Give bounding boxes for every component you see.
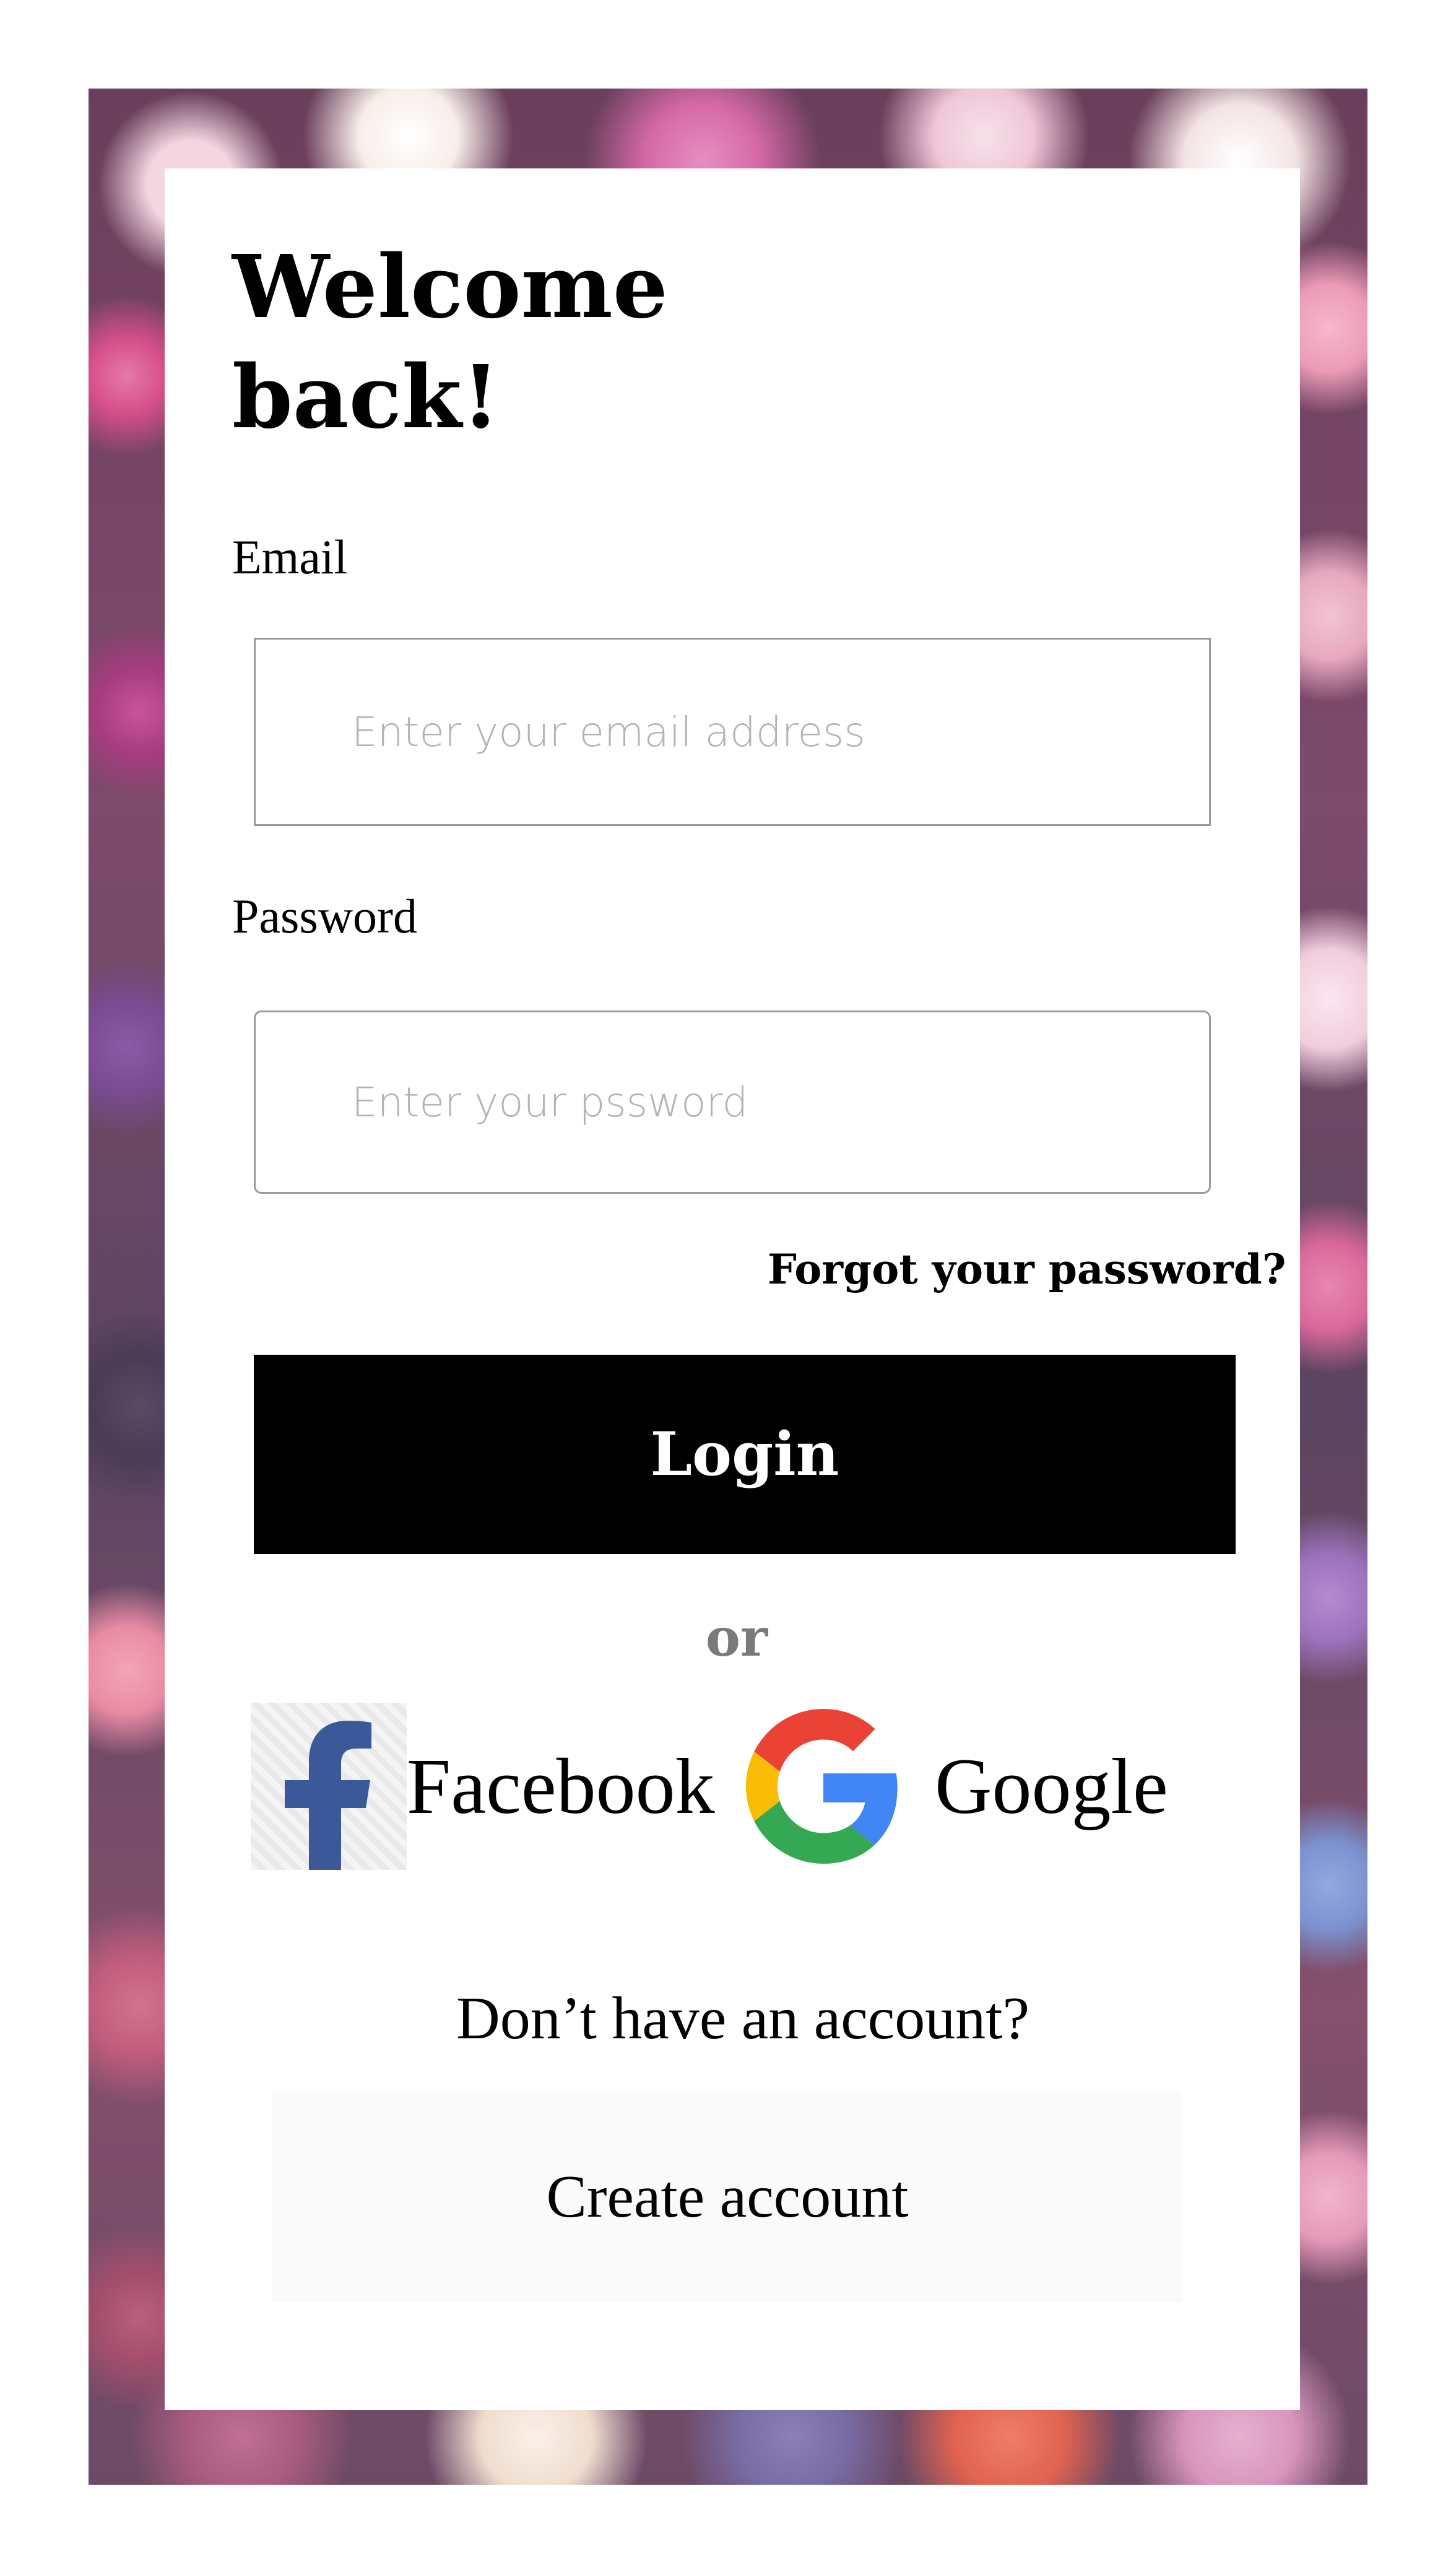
- password-label: Password: [232, 889, 418, 943]
- facebook-login-button[interactable]: Facebook: [251, 1703, 715, 1870]
- password-input[interactable]: [352, 1012, 1156, 1192]
- email-label: Email: [232, 530, 348, 584]
- page-title: Welcome back!: [232, 237, 668, 448]
- facebook-label: Facebook: [407, 1742, 715, 1830]
- forgot-password-link[interactable]: Forgot your password?: [768, 1238, 1325, 1300]
- create-account-button[interactable]: Create account: [272, 2092, 1182, 2302]
- facebook-icon: [251, 1703, 407, 1870]
- no-account-prompt: Don’t have an account?: [456, 1985, 1030, 2052]
- google-label: Google: [935, 1742, 1168, 1830]
- or-divider: or: [705, 1607, 768, 1668]
- password-field-container: [254, 1010, 1211, 1194]
- email-input[interactable]: [352, 640, 1156, 824]
- google-login-button[interactable]: Google: [743, 1703, 1168, 1870]
- google-icon: [743, 1703, 904, 1870]
- login-button[interactable]: Login: [254, 1355, 1236, 1554]
- email-field-container: [254, 638, 1211, 826]
